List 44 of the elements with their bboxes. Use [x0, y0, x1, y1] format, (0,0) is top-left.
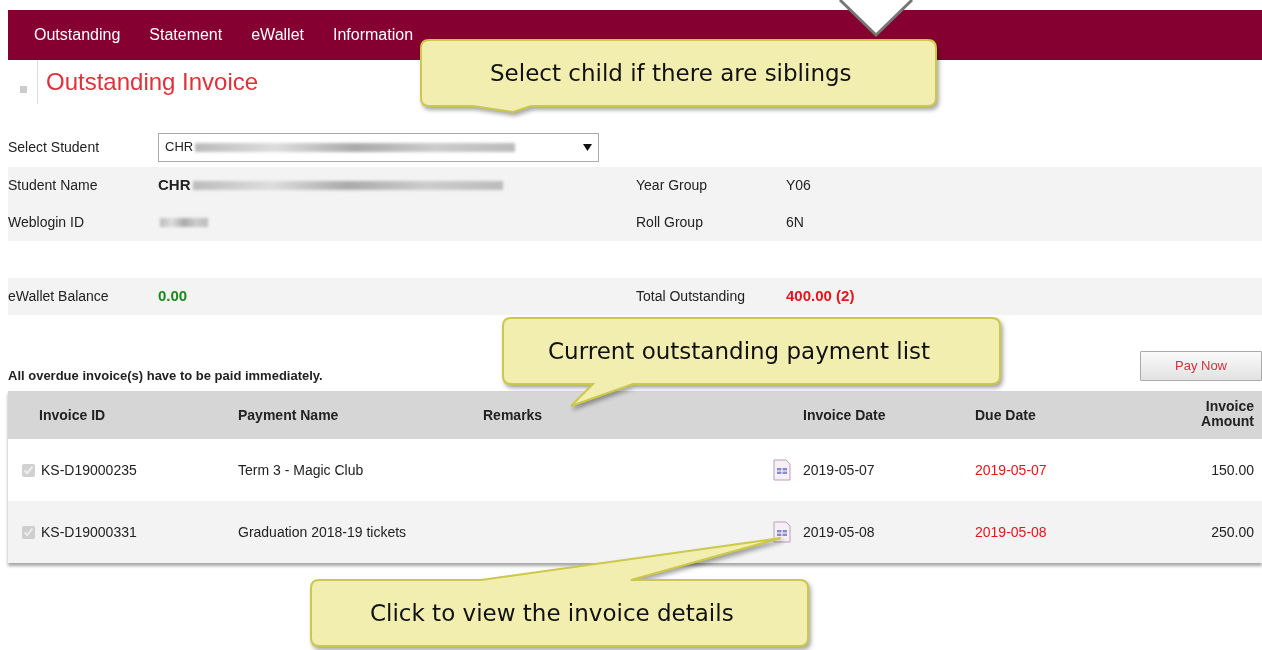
field-label: Weblogin ID	[8, 213, 85, 232]
callout-text: Select child if there are siblings	[490, 59, 852, 88]
outstanding-value: 400.00 (2)	[786, 286, 855, 307]
table-cell: 2019-05-08	[803, 523, 875, 540]
table-cell: Term 3 - Magic Club	[238, 461, 364, 478]
student-select[interactable]: CHR	[158, 132, 599, 162]
notice-text: All overdue invoice(s) have to be paid immediately.	[8, 366, 323, 385]
field-value: 6N	[786, 213, 804, 232]
callout-text: Current outstanding payment list	[548, 337, 931, 366]
nav-link[interactable]: Statement	[149, 23, 223, 47]
title-marker	[20, 85, 27, 93]
column-header: Payment Name	[238, 406, 339, 423]
field-label: Student Name	[8, 176, 99, 195]
nav-link[interactable]: eWallet	[251, 23, 304, 47]
field-label: Total Outstanding	[636, 287, 745, 306]
select-value: CHR	[165, 139, 194, 155]
column-header: Invoice ID	[39, 405, 106, 425]
table-cell: 2019-05-08	[975, 523, 1047, 540]
column-header: Invoice Amount	[1200, 398, 1254, 429]
page-title: Outstanding Invoice	[46, 67, 259, 97]
field-value: Y06	[786, 176, 811, 195]
table-cell: 2019-05-07	[803, 461, 875, 478]
balance-value: 0.00	[158, 286, 188, 307]
callout-text: Click to view the invoice details	[370, 599, 734, 628]
table-cell-text: KS-D19000235	[41, 460, 137, 480]
table-cell: 150.00	[1211, 461, 1254, 478]
table-cell: Graduation 2018-19 tickets	[238, 523, 407, 540]
column-header: Remarks	[483, 405, 543, 425]
field-label: Select Student	[8, 137, 101, 157]
field-label: eWallet Balance	[8, 287, 110, 306]
nav-link[interactable]: Information	[333, 23, 414, 47]
table-cell: 250.00	[1211, 523, 1254, 540]
table-cell-text: KS-D19000331	[41, 522, 137, 542]
field-value: CHR	[158, 175, 191, 196]
nav-link[interactable]: Outstanding	[34, 23, 121, 47]
field-label: Year Group	[636, 176, 708, 195]
pay-now-button[interactable]: Pay Now	[1140, 351, 1262, 381]
column-header: Invoice Date	[803, 406, 886, 423]
caret-icon	[583, 143, 592, 151]
document-icon[interactable]	[773, 521, 791, 543]
column-header: Due Date	[975, 406, 1036, 423]
field-label: Roll Group	[636, 213, 703, 232]
document-icon[interactable]	[773, 459, 791, 481]
table-cell: 2019-05-07	[975, 461, 1047, 478]
